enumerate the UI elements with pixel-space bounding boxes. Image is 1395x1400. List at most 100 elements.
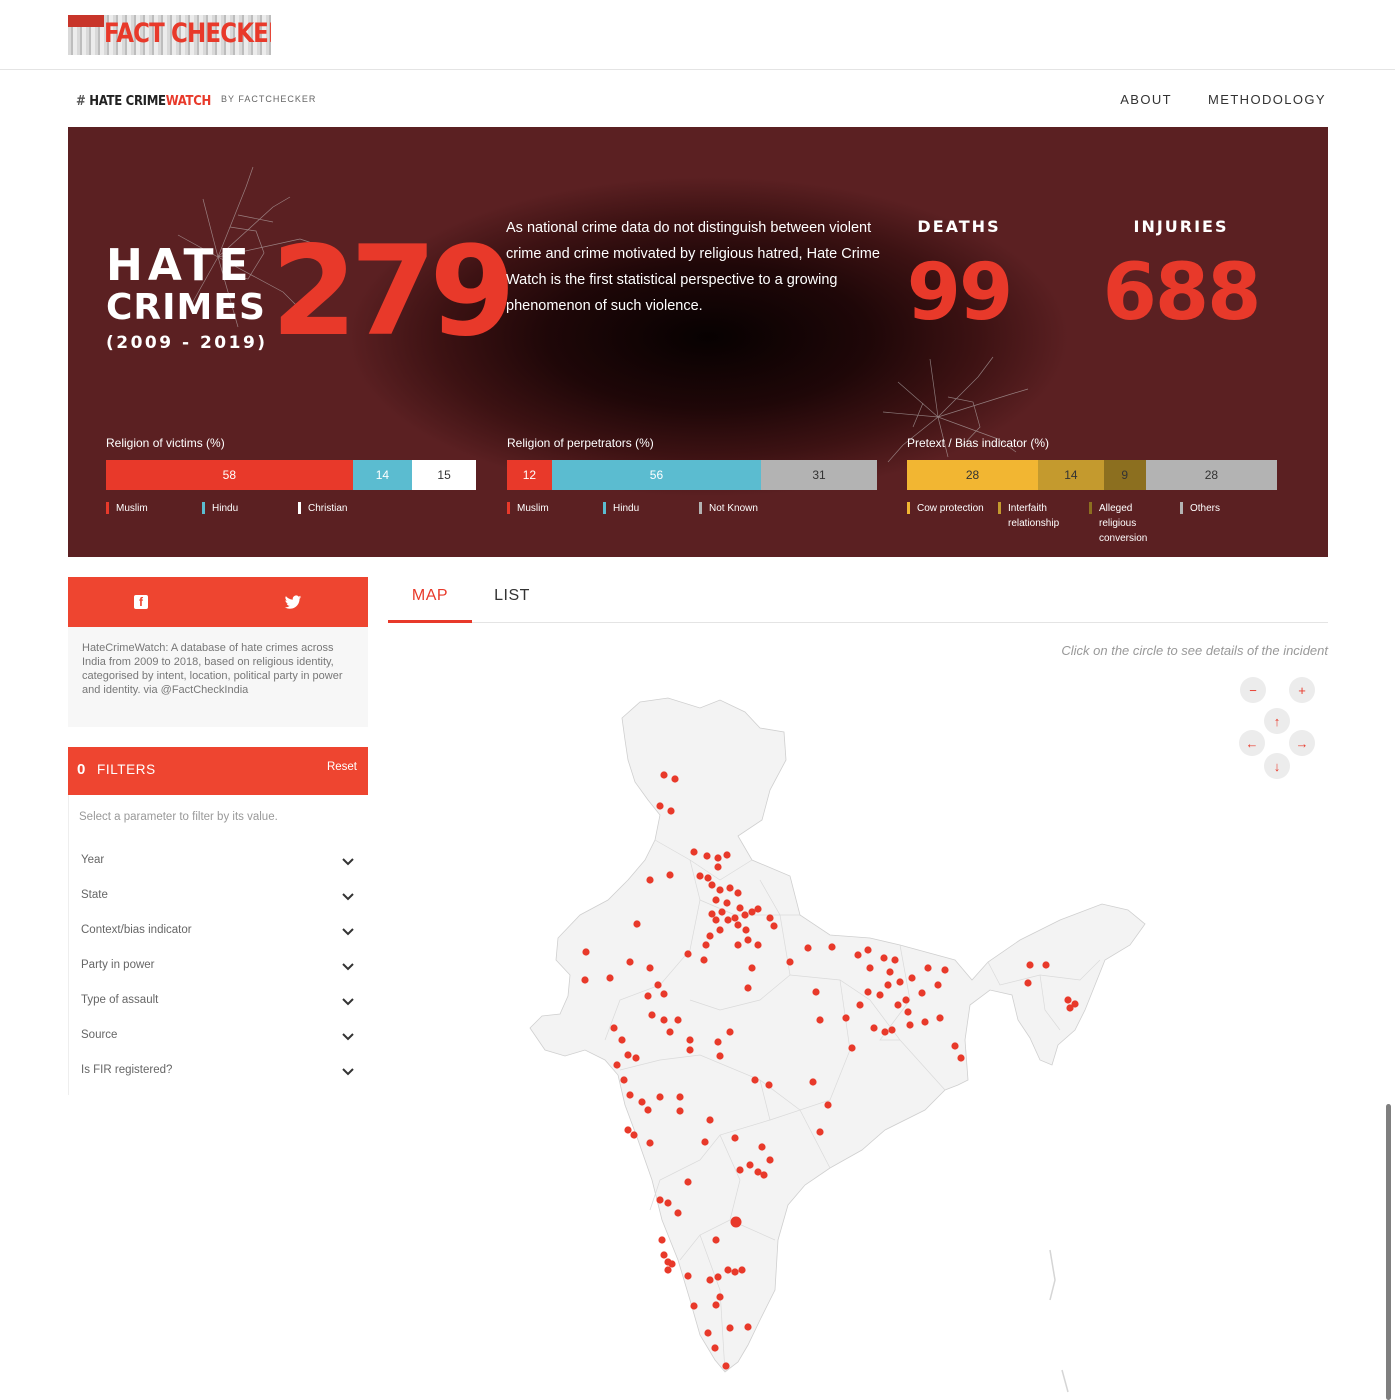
incident-marker[interactable] (626, 1091, 634, 1099)
incident-marker[interactable] (754, 941, 762, 949)
incident-marker[interactable] (712, 1236, 720, 1244)
incident-marker[interactable] (754, 905, 762, 913)
incident-marker[interactable] (751, 1076, 759, 1084)
incident-marker[interactable] (716, 886, 724, 894)
incident-marker[interactable] (908, 974, 916, 982)
incident-marker[interactable] (724, 1266, 732, 1274)
incident-marker[interactable] (1064, 996, 1072, 1004)
incident-marker[interactable] (716, 1293, 724, 1301)
incident-marker[interactable] (656, 1093, 664, 1101)
filter-year[interactable]: Year (69, 849, 369, 879)
incident-marker[interactable] (809, 1078, 817, 1086)
incident-marker[interactable] (711, 1344, 719, 1352)
incident-marker[interactable] (684, 950, 692, 958)
incident-marker[interactable] (934, 981, 942, 989)
incident-marker[interactable] (888, 1026, 896, 1034)
incident-marker[interactable] (626, 958, 634, 966)
incident-marker[interactable] (731, 1134, 739, 1142)
incident-marker[interactable] (870, 1024, 878, 1032)
incident-marker[interactable] (706, 1116, 714, 1124)
incident-marker[interactable] (738, 1266, 746, 1274)
incident-marker[interactable] (674, 1209, 682, 1217)
incident-marker[interactable] (804, 944, 812, 952)
incident-marker[interactable] (881, 1028, 889, 1036)
incident-marker[interactable] (581, 976, 589, 984)
incident-marker[interactable] (610, 1024, 618, 1032)
incident-marker[interactable] (644, 1106, 652, 1114)
filter-type-of-assault[interactable]: Type of assault (69, 989, 369, 1019)
incident-marker[interactable] (726, 1028, 734, 1036)
incident-marker[interactable] (736, 1166, 744, 1174)
incident-marker[interactable] (656, 802, 664, 810)
incident-marker[interactable] (674, 1016, 682, 1024)
factchecker-logo[interactable]: FACT CHECKER (68, 15, 271, 55)
filter-state[interactable]: State (69, 884, 369, 914)
incident-marker[interactable] (866, 964, 874, 972)
incident-marker[interactable] (714, 1273, 722, 1281)
incident-marker[interactable] (734, 921, 742, 929)
incident-marker[interactable] (828, 943, 836, 951)
incident-marker[interactable] (906, 1021, 914, 1029)
incident-marker[interactable] (936, 1014, 944, 1022)
incident-marker[interactable] (582, 948, 590, 956)
incident-marker[interactable] (696, 872, 704, 880)
incident-marker[interactable] (624, 1126, 632, 1134)
incident-marker[interactable] (758, 1143, 766, 1151)
incident-marker[interactable] (723, 851, 731, 859)
incident-marker[interactable] (848, 1044, 856, 1052)
incident-marker[interactable] (770, 922, 778, 930)
incident-marker[interactable] (904, 1008, 912, 1016)
incident-marker[interactable] (736, 904, 744, 912)
incident-marker[interactable] (690, 1302, 698, 1310)
incident-marker[interactable] (684, 1272, 692, 1280)
incident-marker[interactable] (704, 1329, 712, 1337)
incident-marker[interactable] (708, 881, 716, 889)
incident-marker[interactable] (724, 916, 732, 924)
incident-marker[interactable] (630, 1131, 638, 1139)
incident-marker[interactable] (666, 871, 674, 879)
incident-marker[interactable] (731, 914, 739, 922)
twitter-icon[interactable] (284, 593, 302, 611)
incident-marker[interactable] (723, 899, 731, 907)
incident-marker[interactable] (884, 981, 892, 989)
incident-marker[interactable] (856, 1001, 864, 1009)
incident-marker[interactable] (742, 926, 750, 934)
incident-marker[interactable] (864, 988, 872, 996)
incident-marker[interactable] (864, 946, 872, 954)
incident-marker[interactable] (660, 1016, 668, 1024)
incident-marker[interactable] (734, 889, 742, 897)
filter-party-in-power[interactable]: Party in power (69, 954, 369, 984)
incident-marker[interactable] (891, 956, 899, 964)
incident-marker[interactable] (654, 981, 662, 989)
filter-fir-registered[interactable]: Is FIR registered? (69, 1059, 369, 1089)
incident-marker[interactable] (760, 1171, 768, 1179)
incident-marker[interactable] (746, 1161, 754, 1169)
incident-marker[interactable] (816, 1128, 824, 1136)
tab-map[interactable]: MAP (388, 577, 472, 623)
incident-marker[interactable] (633, 920, 641, 928)
incident-marker[interactable] (951, 1042, 959, 1050)
incident-marker[interactable] (765, 1081, 773, 1089)
incident-marker[interactable] (632, 1054, 640, 1062)
incident-marker[interactable] (1024, 979, 1032, 987)
incident-marker[interactable] (624, 1051, 632, 1059)
incident-marker[interactable] (896, 978, 904, 986)
incident-marker[interactable] (690, 848, 698, 856)
incident-marker[interactable] (726, 884, 734, 892)
incident-marker[interactable] (676, 1107, 684, 1115)
incident-marker[interactable] (708, 910, 716, 918)
incident-marker[interactable] (660, 1251, 668, 1259)
incident-marker[interactable] (686, 1036, 694, 1044)
incident-marker[interactable] (646, 964, 654, 972)
incident-marker[interactable] (1066, 1004, 1074, 1012)
incident-marker[interactable] (876, 991, 884, 999)
incident-marker[interactable] (734, 941, 742, 949)
incident-marker[interactable] (718, 908, 726, 916)
incident-marker[interactable] (714, 854, 722, 862)
incident-marker[interactable] (658, 1236, 666, 1244)
incident-marker[interactable] (748, 964, 756, 972)
incident-marker[interactable] (957, 1054, 965, 1062)
incident-marker[interactable] (1026, 961, 1034, 969)
incident-marker[interactable] (613, 1061, 621, 1069)
incident-marker[interactable] (744, 984, 752, 992)
